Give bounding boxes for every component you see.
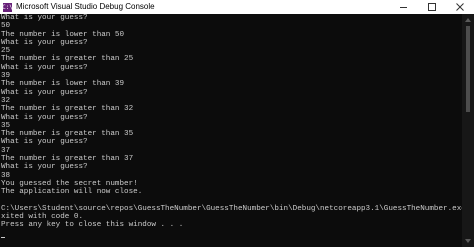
console-line: 32 xyxy=(1,96,11,105)
close-icon xyxy=(456,3,464,11)
scroll-up-icon[interactable] xyxy=(465,18,471,22)
window-controls xyxy=(390,0,474,14)
console-line: What is your guess? xyxy=(1,38,88,47)
console-line: The application will now close. xyxy=(1,188,143,197)
console-line: 37 xyxy=(1,146,11,155)
console-line: The number is lower than 39 xyxy=(1,80,125,89)
console-line: What is your guess? xyxy=(1,14,88,22)
console-line: The number is greater than 35 xyxy=(1,130,134,139)
text-cursor xyxy=(1,237,5,239)
console-line: What is your guess? xyxy=(1,163,88,172)
maximize-button[interactable] xyxy=(418,0,446,14)
console-line: What is your guess? xyxy=(1,88,88,97)
console-line: 25 xyxy=(1,47,11,56)
console-line: The number is lower than 50 xyxy=(1,30,125,39)
console-line: You guessed the secret number! xyxy=(1,179,138,188)
vertical-scrollbar[interactable] xyxy=(462,14,474,247)
console-line: 39 xyxy=(1,72,11,81)
console-line: What is your guess? xyxy=(1,138,88,147)
console-line: xited with code 0. xyxy=(1,213,84,222)
console-line: C:\Users\Student\source\repos\GuessTheNu… xyxy=(1,204,462,213)
console-line: The number is greater than 25 xyxy=(1,55,134,64)
close-button[interactable] xyxy=(446,0,474,14)
console-line: The number is greater than 32 xyxy=(1,105,134,114)
console-line: What is your guess? xyxy=(1,113,88,122)
console-line xyxy=(0,230,462,239)
console-line: 50 xyxy=(1,22,11,31)
console-app-icon: C:\ xyxy=(2,2,13,12)
maximize-icon xyxy=(428,3,436,11)
scroll-thumb[interactable] xyxy=(466,26,470,112)
console-line: What is your guess? xyxy=(1,63,88,72)
scroll-down-icon[interactable] xyxy=(465,239,471,243)
console-line: 38 xyxy=(1,171,11,180)
debug-console-window: C:\ Microsoft Visual Studio Debug Consol… xyxy=(0,0,474,247)
minimize-button[interactable] xyxy=(390,0,418,14)
minimize-icon xyxy=(400,7,407,8)
console-line: 35 xyxy=(1,121,11,130)
console-line: Press any key to close this window . . . xyxy=(1,221,184,230)
console-line: The number is greater than 37 xyxy=(1,155,134,164)
console-output[interactable]: What is your guess? 50 The number is low… xyxy=(0,14,462,247)
window-title: Microsoft Visual Studio Debug Console xyxy=(16,2,155,11)
title-bar[interactable]: C:\ Microsoft Visual Studio Debug Consol… xyxy=(0,0,474,14)
